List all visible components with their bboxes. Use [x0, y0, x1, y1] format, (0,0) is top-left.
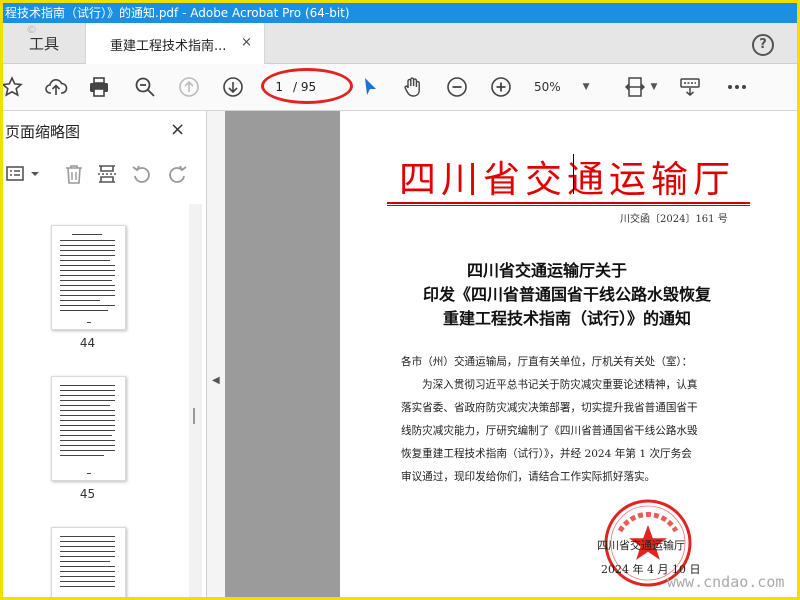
keyboard-tool-icon[interactable] [678, 75, 702, 99]
rotate-left-icon[interactable] [131, 163, 153, 189]
panel-close-icon[interactable]: × [170, 119, 185, 140]
tab-tools[interactable]: 工具 [3, 23, 85, 63]
document-title-line: 印发《四川省普通国省干线公路水毁恢复 [422, 285, 711, 304]
trash-icon[interactable] [63, 163, 85, 189]
main-toolbar: 1 / 95 50% ▼ ▼ [3, 64, 797, 111]
options-menu-icon[interactable] [5, 163, 43, 189]
upload-cloud-icon[interactable] [44, 75, 68, 99]
zoom-search-icon[interactable] [133, 75, 157, 99]
tab-document[interactable]: 重建工程技术指南... × [85, 23, 265, 64]
collapse-arrow-icon[interactable]: ◀ [212, 375, 220, 386]
page-thumbnail-number: 45 [79, 487, 96, 501]
body-line: 落实省委、省政府防灾减灾决策部署，切实提升我省普通国省干 [401, 402, 698, 414]
zoom-level-value: 50% [534, 80, 561, 94]
thumbnails-toolbar [3, 161, 206, 189]
acrobat-window: 程技术指南（试行）》的通知.pdf - Adobe Acrobat Pro (6… [3, 3, 797, 597]
tab-close-icon[interactable]: × [241, 35, 252, 50]
help-icon[interactable]: ? [752, 34, 774, 56]
text-cursor [573, 154, 574, 194]
body-line: 恢复重建工程技术指南（试行）》，并经 2024 年第 1 次厅务会 [401, 448, 692, 460]
fit-options-chevron-icon[interactable]: ▼ [648, 75, 660, 99]
page-thumbnail[interactable] [51, 225, 126, 330]
select-cursor-icon[interactable] [358, 75, 382, 99]
document-title-line: 重建工程技术指南（试行）》的通知 [442, 309, 691, 328]
header-red-rule [387, 202, 750, 204]
thumbnails-panel-title: 页面缩略图 [5, 123, 81, 141]
body-line: 线防灾减灾能力，厅研究编制了《四川省普通国省干线公路水毁 [401, 425, 698, 437]
zoom-in-icon[interactable] [489, 75, 513, 99]
chevron-down-icon: ▼ [582, 82, 590, 92]
panel-collapse-strip[interactable]: ◀ [207, 111, 225, 597]
more-options-icon[interactable] [725, 75, 749, 99]
tab-bar: 工具 重建工程技术指南... × ? [3, 23, 797, 64]
body-line: 审议通过，现印发给你们，请结合工作实际抓好落实。 [401, 471, 656, 483]
tab-document-label: 重建工程技术指南... [110, 39, 227, 54]
thumbnails-panel: 页面缩略图 × 44 45 [3, 111, 207, 597]
page-down-icon[interactable] [221, 75, 245, 99]
panel-resize-grip[interactable] [193, 408, 195, 424]
signature-organization: 四川省交通运输厅 [597, 539, 685, 552]
site-watermark: www.cndao.com [667, 573, 785, 591]
insert-page-icon[interactable] [96, 163, 118, 189]
salutation: 各市（州）交通运输局，厅直有关单位，厅机关有关处（室）： [401, 356, 693, 368]
annotation-ellipse [261, 68, 353, 104]
document-title-line: 四川省交通运输厅关于 [466, 261, 627, 280]
print-icon[interactable] [87, 75, 111, 99]
zoom-out-icon[interactable] [445, 75, 469, 99]
page-thumbnail[interactable] [51, 527, 126, 597]
document-number: 川交函〔2024〕161 号 [620, 214, 728, 225]
rotate-right-icon[interactable] [166, 163, 188, 189]
body-line: 为深入贯彻习近平总书记关于防灾减灾重要论述精神，认真 [422, 379, 698, 391]
watermark-logo: © [26, 23, 39, 36]
page-thumbnail[interactable] [51, 376, 126, 481]
document-header: 四川省交通运输厅 [399, 158, 735, 201]
title-bar: 程技术指南（试行）》的通知.pdf - Adobe Acrobat Pro (6… [3, 3, 797, 23]
fit-page-icon[interactable] [623, 75, 647, 99]
document-background [225, 111, 340, 597]
header-red-rule-thin [387, 205, 750, 206]
window-title: 程技术指南（试行）》的通知.pdf - Adobe Acrobat Pro (6… [5, 6, 350, 20]
page-thumbnail-number: 44 [79, 336, 96, 350]
star-icon[interactable] [3, 75, 24, 99]
hand-tool-icon[interactable] [401, 75, 425, 99]
zoom-level-dropdown[interactable]: 50% ▼ [534, 75, 604, 99]
page-up-icon[interactable] [177, 75, 201, 99]
